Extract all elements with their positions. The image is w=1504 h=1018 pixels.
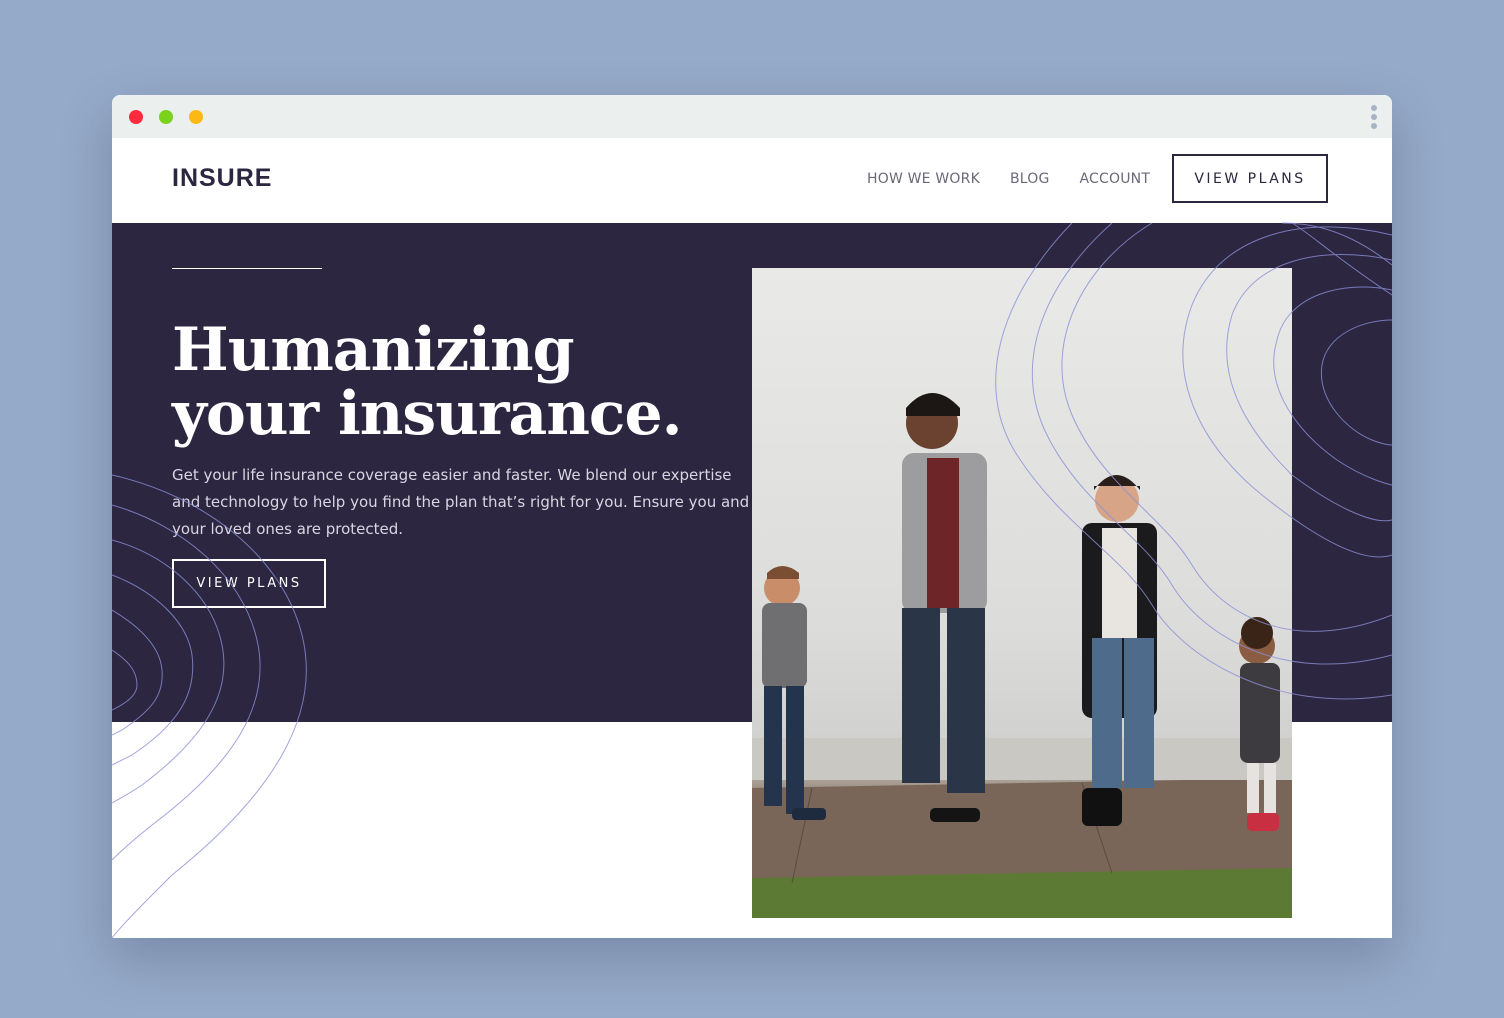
hero-view-plans-button[interactable]: VIEW PLANS [172,559,326,608]
family-photo [752,268,1292,918]
primary-nav: HOW WE WORK BLOG ACCOUNT [867,171,1180,187]
site-header: INSURE HOW WE WORK BLOG ACCOUNT VIEW PLA… [112,138,1392,223]
hero-title: Humanizing your insurance. [172,315,683,449]
hero-description: Get your life insurance coverage easier … [172,466,750,538]
header-view-plans-button[interactable]: VIEW PLANS [1172,154,1328,203]
nav-link-account[interactable]: ACCOUNT [1080,171,1151,187]
brand-logo[interactable]: INSURE [172,164,273,192]
maximize-window-button[interactable] [189,110,203,124]
nav-link-how-we-work[interactable]: HOW WE WORK [867,171,980,187]
minimize-window-button[interactable] [159,110,173,124]
close-window-button[interactable] [129,110,143,124]
hero-divider [172,268,322,269]
nav-link-blog[interactable]: BLOG [1010,171,1050,187]
browser-window: INSURE HOW WE WORK BLOG ACCOUNT VIEW PLA… [112,95,1392,938]
title-bar [112,95,1392,138]
kebab-icon[interactable] [1370,105,1378,129]
family-photo-illustration [752,393,1292,918]
logo-text: INSURE [172,164,273,192]
